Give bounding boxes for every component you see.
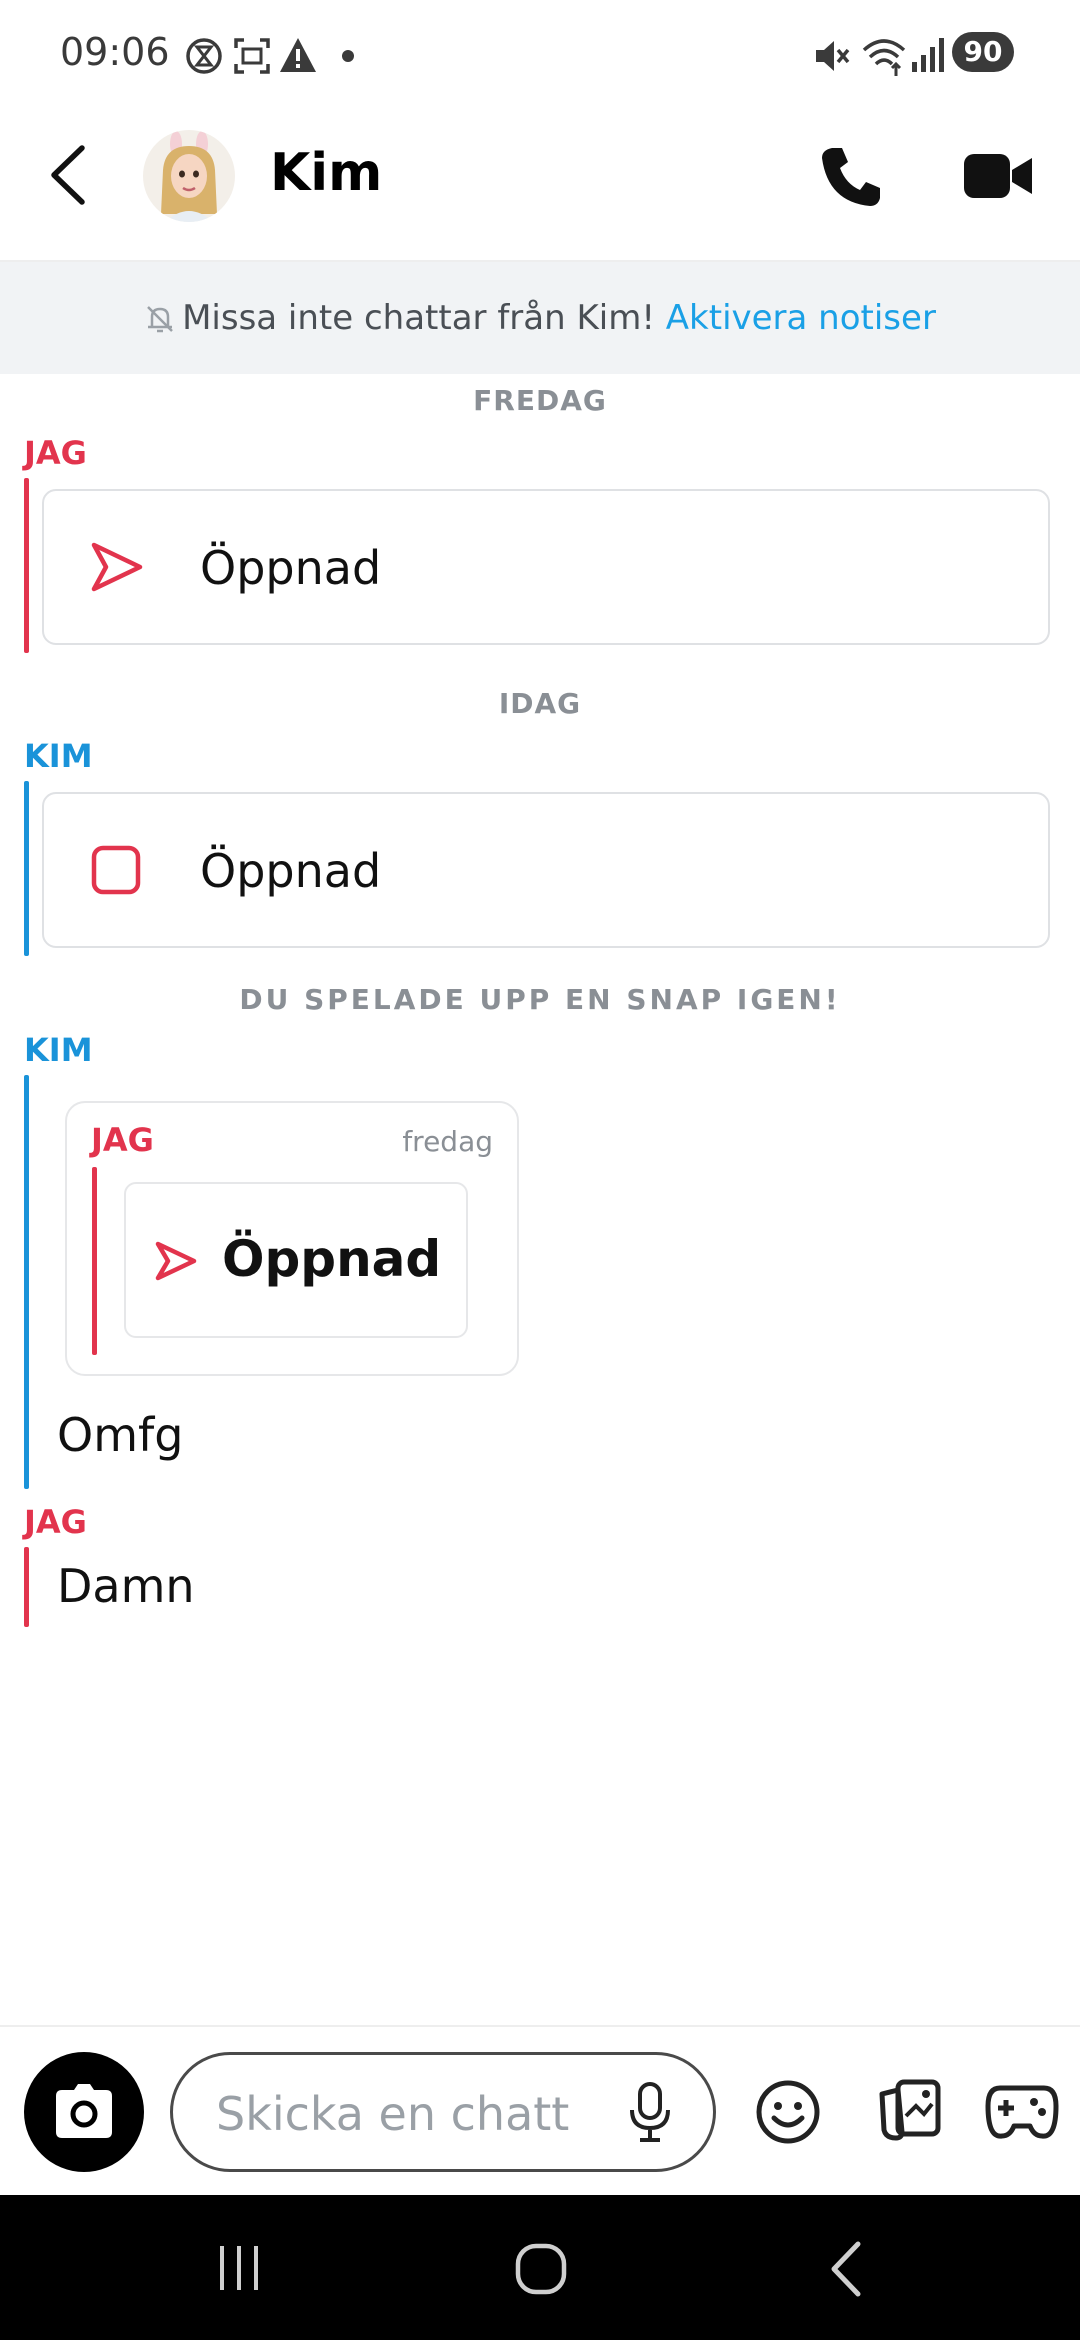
sender-label-kim: KIM <box>24 737 93 775</box>
chat-input-placeholder: Skicka en chatt <box>216 2087 570 2141</box>
sender-bar-kim <box>24 781 29 956</box>
mute-icon <box>816 41 850 71</box>
enable-notifications-link[interactable]: Aktivera notiser <box>666 298 936 338</box>
video-icon[interactable] <box>962 150 1034 202</box>
camera-icon <box>56 2084 112 2138</box>
replay-notice: DU SPELADE UPP EN SNAP IGEN! <box>239 983 841 1016</box>
received-opened-square-icon <box>91 845 141 895</box>
snap-status-label: Öppnad <box>200 541 382 595</box>
back-icon[interactable] <box>44 144 94 206</box>
status-bar: 09:06 90 <box>0 0 1080 110</box>
day-separator-friday: FREDAG <box>473 384 607 417</box>
signal-icon <box>912 38 944 72</box>
game-icon[interactable] <box>984 2082 1060 2142</box>
message-text-me[interactable]: Damn <box>57 1559 195 1613</box>
quoted-message[interactable]: JAG fredag Öppnad <box>65 1101 519 1376</box>
snap-status-label: Öppnad <box>200 844 382 898</box>
sender-label-me: JAG <box>24 1503 87 1541</box>
sender-label-kim: KIM <box>24 1031 93 1069</box>
snap-message-received[interactable]: Öppnad <box>42 792 1050 948</box>
emoji-icon[interactable] <box>754 2078 822 2146</box>
timer-icon <box>186 38 222 74</box>
message-text-kim[interactable]: Omfg <box>57 1408 183 1462</box>
battery-level: 90 <box>952 32 1014 72</box>
sender-bar-kim <box>24 1075 29 1489</box>
sent-opened-arrow-icon <box>91 542 143 592</box>
quoted-time: fredag <box>402 1125 493 1158</box>
home-icon[interactable] <box>514 2242 570 2298</box>
avatar[interactable] <box>143 130 235 222</box>
quoted-sender: JAG <box>91 1121 154 1159</box>
screenshot-icon <box>234 38 270 74</box>
sender-bar-me <box>24 478 29 653</box>
bell-off-icon <box>147 306 173 333</box>
notification-banner-text: Missa inte chattar från Kim! Aktivera no… <box>0 298 1080 338</box>
contact-name[interactable]: Kim <box>270 143 382 203</box>
back-nav-icon[interactable] <box>826 2240 866 2298</box>
dot-icon <box>342 50 354 62</box>
quoted-snap-label: Öppnad <box>222 1230 442 1288</box>
microphone-icon[interactable] <box>624 2080 676 2144</box>
phone-icon[interactable] <box>818 144 884 210</box>
camera-button[interactable] <box>24 2052 144 2172</box>
sender-bar-me <box>24 1547 29 1627</box>
quoted-snap-card: Öppnad <box>124 1182 468 1338</box>
warning-icon <box>280 38 316 72</box>
recent-apps-icon[interactable] <box>214 2243 264 2293</box>
sent-opened-arrow-icon <box>155 1241 197 1281</box>
notification-message: Missa inte chattar från Kim! <box>182 298 655 338</box>
sticker-icon[interactable] <box>876 2076 946 2144</box>
wifi-icon <box>862 39 906 76</box>
day-separator-today: IDAG <box>498 687 582 720</box>
snap-message-sent[interactable]: Öppnad <box>42 489 1050 645</box>
status-time: 09:06 <box>60 30 170 74</box>
sender-label-me: JAG <box>24 434 87 472</box>
quoted-sender-bar <box>92 1167 97 1355</box>
